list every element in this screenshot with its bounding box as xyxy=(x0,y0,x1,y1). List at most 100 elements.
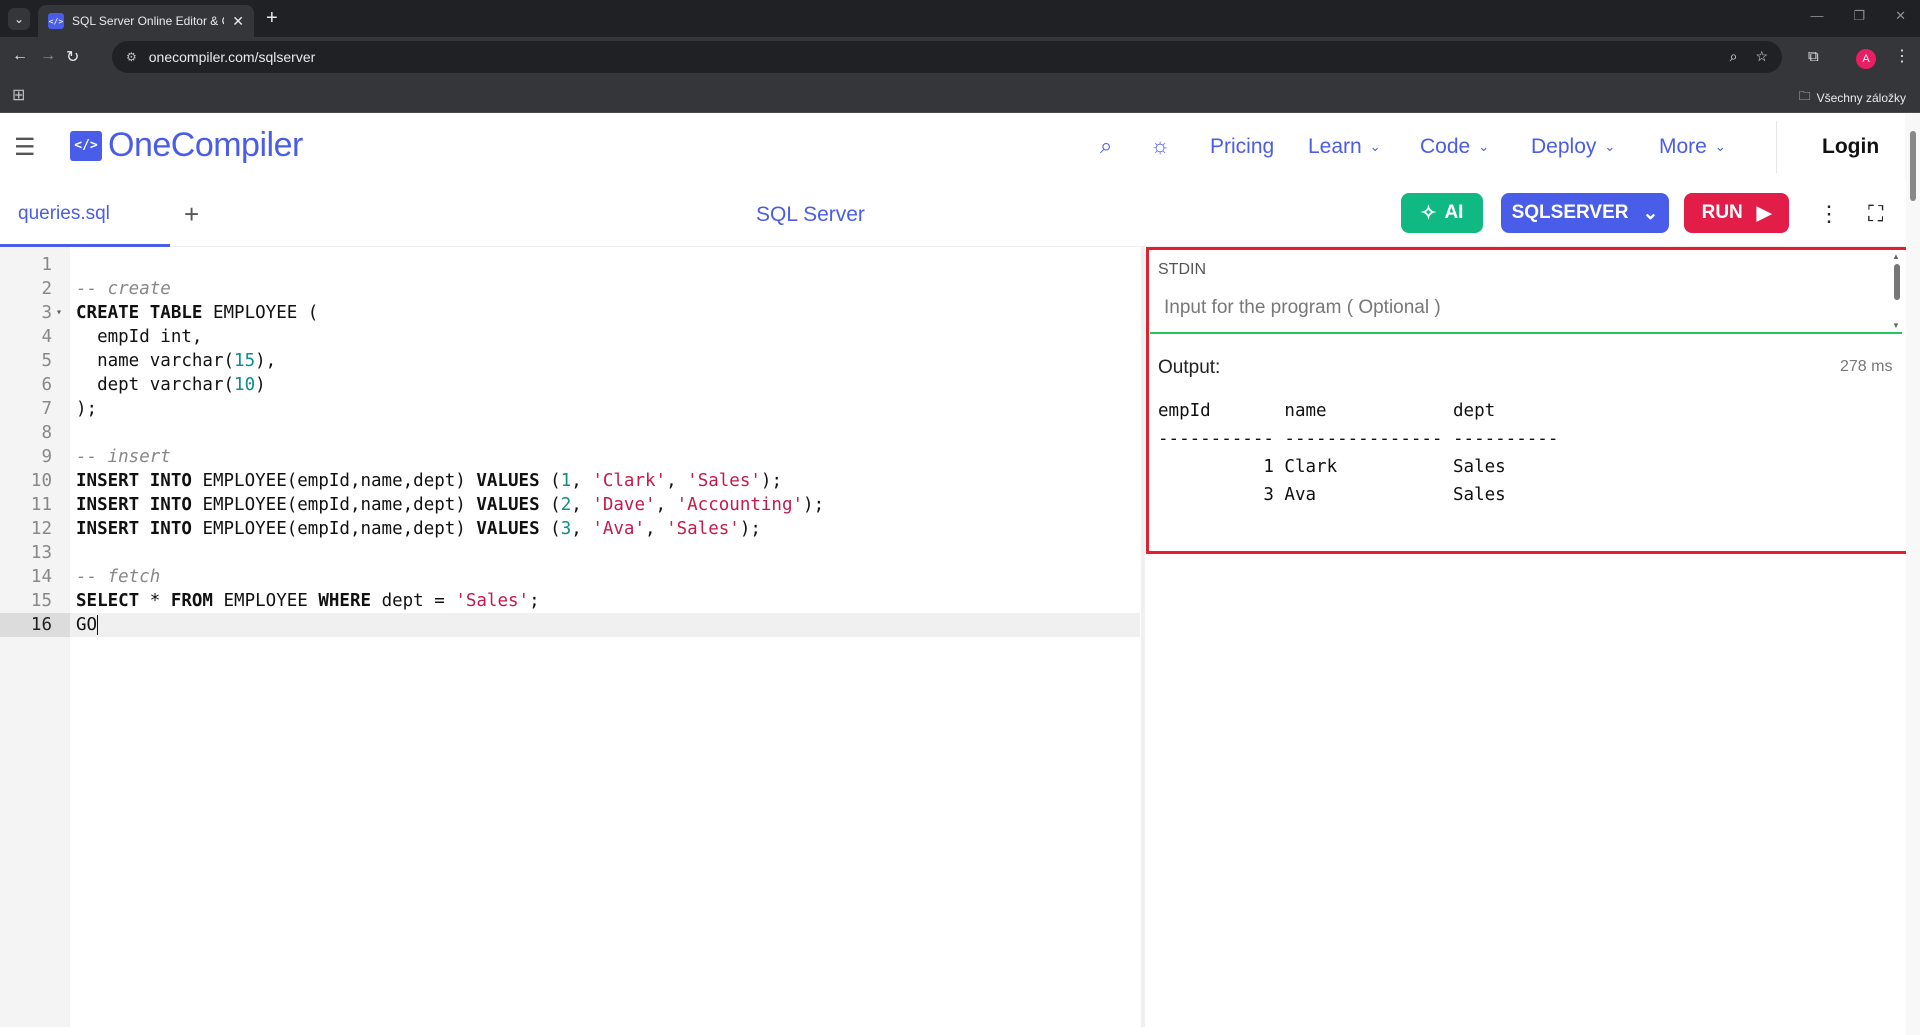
sparkle-icon: ✧ xyxy=(1420,202,1437,224)
line-number: 1 xyxy=(41,255,52,275)
language-select-button[interactable]: SQLSERVER ⌄ xyxy=(1501,193,1669,233)
language-select-label: SQLSERVER xyxy=(1511,202,1629,223)
nav-deploy-label: Deploy xyxy=(1531,135,1597,158)
code-line[interactable]: 14 -- fetch xyxy=(0,565,1140,589)
line-number: 14 xyxy=(30,567,52,587)
code-line[interactable]: 11 INSERT INTO EMPLOYEE(empId,name,dept) … xyxy=(0,493,1140,517)
ai-button-label: AI xyxy=(1444,202,1464,223)
chevron-down-icon: ⌄ xyxy=(1478,139,1490,154)
apps-grid-icon[interactable]: ⊞ xyxy=(12,85,25,105)
nav-pricing[interactable]: Pricing xyxy=(1210,135,1274,159)
zoom-icon[interactable]: ⌕ xyxy=(1730,48,1738,65)
search-icon[interactable]: ⌕ xyxy=(1100,133,1112,159)
fullscreen-icon[interactable]: ⛶ xyxy=(1868,201,1883,227)
tab-search-button[interactable]: ⌄ xyxy=(8,8,30,30)
browser-tab[interactable]: </> SQL Server Online Editor & Compiler … xyxy=(38,5,254,37)
browser-tabstrip: ⌄ </> SQL Server Online Editor & Compile… xyxy=(0,0,1920,37)
line-number: 15 xyxy=(30,591,52,611)
page-scroll-thumb[interactable] xyxy=(1910,131,1916,201)
code-editor[interactable]: 1 2 -- create 3 ▾ CREATE TABLE EMPLOYEE (4 em… xyxy=(0,247,1140,1027)
line-number: 9 xyxy=(41,447,52,467)
nav-code-label: Code xyxy=(1420,135,1471,158)
chevron-down-icon: ⌄ xyxy=(1369,139,1381,154)
code-line[interactable]: 6 dept varchar(10) xyxy=(0,373,1140,397)
run-button[interactable]: RUN ▶ xyxy=(1684,193,1789,233)
nav-learn-label: Learn xyxy=(1308,135,1362,158)
line-number: 5 xyxy=(41,351,52,371)
address-bar[interactable]: ⚙ onecompiler.com/sqlserver ⌕ ☆ xyxy=(112,41,1782,73)
back-icon[interactable]: ← xyxy=(12,47,28,65)
code-line[interactable]: 10 INSERT INTO EMPLOYEE(empId,name,dept) … xyxy=(0,469,1140,493)
code-line[interactable]: 5 name varchar(15), xyxy=(0,349,1140,373)
code-line[interactable]: 2 -- create xyxy=(0,277,1140,301)
code-line[interactable]: 3 ▾ CREATE TABLE EMPLOYEE ( xyxy=(0,301,1140,325)
theme-toggle-icon[interactable]: ☼ xyxy=(1150,133,1170,159)
logo-mark-icon: </> xyxy=(70,130,102,161)
file-tab[interactable]: queries.sql xyxy=(0,181,170,247)
panel-divider[interactable] xyxy=(1141,247,1145,1027)
extensions-icon[interactable]: ⧉ xyxy=(1808,48,1819,65)
code-line[interactable]: 16 GO xyxy=(0,613,1140,637)
code-line[interactable]: 12 INSERT INTO EMPLOYEE(empId,name,dept) … xyxy=(0,517,1140,541)
line-number: 13 xyxy=(30,543,52,563)
profile-avatar[interactable]: A xyxy=(1856,49,1876,69)
code-line[interactable]: 8 xyxy=(0,421,1140,445)
new-tab-button[interactable]: + xyxy=(266,8,278,28)
ai-button[interactable]: ✧ AI xyxy=(1401,193,1483,233)
nav-deploy[interactable]: Deploy ⌄ xyxy=(1531,135,1615,159)
line-number: 2 xyxy=(41,279,52,299)
code-text: ); xyxy=(76,399,98,419)
code-line[interactable]: 4 empId int, xyxy=(0,325,1140,349)
tab-favicon-icon: </> xyxy=(48,13,64,29)
restore-icon[interactable]: ❐ xyxy=(1853,8,1865,24)
code-line[interactable]: 13 xyxy=(0,541,1140,565)
login-button[interactable]: Login xyxy=(1822,135,1879,159)
window-close-icon[interactable]: ✕ xyxy=(1895,8,1906,24)
chevron-down-icon: ⌄ xyxy=(1642,202,1659,224)
nav-pricing-label: Pricing xyxy=(1210,135,1275,158)
logo-text: OneCompiler xyxy=(108,126,303,164)
site-info-icon[interactable]: ⚙ xyxy=(126,50,137,64)
code-text: SELECT * FROM EMPLOYEE WHERE dept = 'Sal… xyxy=(76,591,540,611)
language-title: SQL Server xyxy=(756,203,865,226)
header-divider xyxy=(1776,121,1777,173)
fold-arrow-icon[interactable]: ▾ xyxy=(56,301,62,325)
code-line[interactable]: 1 xyxy=(0,253,1140,277)
minimize-icon[interactable]: — xyxy=(1810,8,1823,24)
bookmark-star-icon[interactable]: ☆ xyxy=(1755,48,1768,65)
logo[interactable]: </> OneCompiler xyxy=(70,126,303,165)
line-number: 8 xyxy=(41,423,52,443)
browser-menu-icon[interactable]: ⋮ xyxy=(1894,46,1910,66)
code-text: INSERT INTO EMPLOYEE(empId,name,dept) VA… xyxy=(76,495,825,515)
code-text: dept varchar(10) xyxy=(76,375,266,395)
reload-icon[interactable]: ↻ xyxy=(66,47,79,67)
code-text: INSERT INTO EMPLOYEE(empId,name,dept) VA… xyxy=(76,471,782,491)
site-header: ☰ </> OneCompiler ⌕ ☼ Pricing Learn ⌄ Co… xyxy=(0,113,1905,181)
all-bookmarks[interactable]: 🗀 Všechny záložky xyxy=(1799,87,1906,108)
code-text: GO xyxy=(76,615,99,635)
code-text: CREATE TABLE EMPLOYEE ( xyxy=(76,303,319,323)
forward-icon[interactable]: → xyxy=(40,47,56,65)
line-number: 10 xyxy=(30,471,52,491)
folder-icon: 🗀 xyxy=(1798,89,1811,103)
hamburger-menu-icon[interactable]: ☰ xyxy=(14,133,36,162)
play-icon: ▶ xyxy=(1756,202,1772,224)
nav-more[interactable]: More ⌄ xyxy=(1659,135,1726,159)
line-number: 16 xyxy=(0,613,70,637)
line-number: 11 xyxy=(30,495,52,515)
more-options-icon[interactable]: ⋮ xyxy=(1818,201,1840,227)
tab-title: SQL Server Online Editor & Compiler xyxy=(72,14,224,28)
page-scrollbar[interactable] xyxy=(1906,113,1920,1035)
code-line[interactable]: 15 SELECT * FROM EMPLOYEE WHERE dept = 'S… xyxy=(0,589,1140,613)
line-number: 3 xyxy=(41,303,52,323)
code-line[interactable]: 9 -- insert xyxy=(0,445,1140,469)
code-text: -- fetch xyxy=(76,567,161,587)
chevron-down-icon: ⌄ xyxy=(1714,139,1726,154)
nav-learn[interactable]: Learn ⌄ xyxy=(1308,135,1381,159)
add-file-button[interactable]: + xyxy=(184,199,199,230)
code-text: name varchar(15), xyxy=(76,351,277,371)
code-line[interactable]: 7); xyxy=(0,397,1140,421)
nav-more-label: More xyxy=(1659,135,1707,158)
close-tab-icon[interactable]: ✕ xyxy=(232,13,244,30)
nav-code[interactable]: Code ⌄ xyxy=(1420,135,1489,159)
